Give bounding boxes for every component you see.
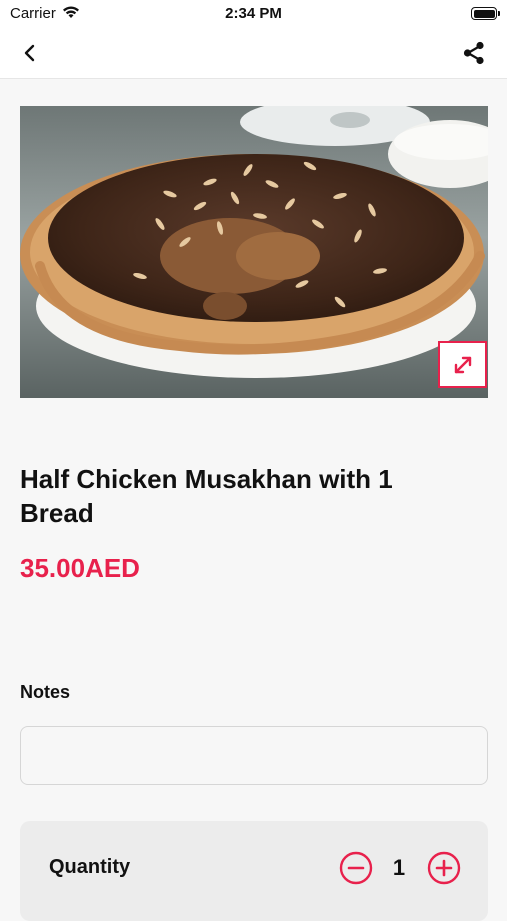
quantity-card: Quantity 1 <box>20 821 488 921</box>
expand-icon <box>454 356 471 373</box>
musakhan-illustration <box>20 106 488 398</box>
product-image[interactable] <box>20 106 488 398</box>
product-price: 35.00AED <box>20 553 140 583</box>
quantity-value: 1 <box>392 855 406 880</box>
status-time: 2:34 PM <box>225 5 282 22</box>
expand-image-button[interactable] <box>438 341 487 388</box>
battery-icon <box>471 7 500 20</box>
product-title: Half Chicken Musakhan with 1 Bread <box>20 464 393 528</box>
nav-bar <box>0 28 507 79</box>
chevron-left-icon[interactable] <box>18 40 44 66</box>
plus-circle-icon[interactable] <box>427 851 461 885</box>
status-bar: Carrier 2:34 PM <box>0 0 507 28</box>
minus-circle-icon[interactable] <box>339 851 373 885</box>
notes-input[interactable] <box>20 726 488 785</box>
quantity-label: Quantity <box>49 856 131 878</box>
notes-label: Notes <box>20 682 71 702</box>
share-icon[interactable] <box>461 40 487 66</box>
